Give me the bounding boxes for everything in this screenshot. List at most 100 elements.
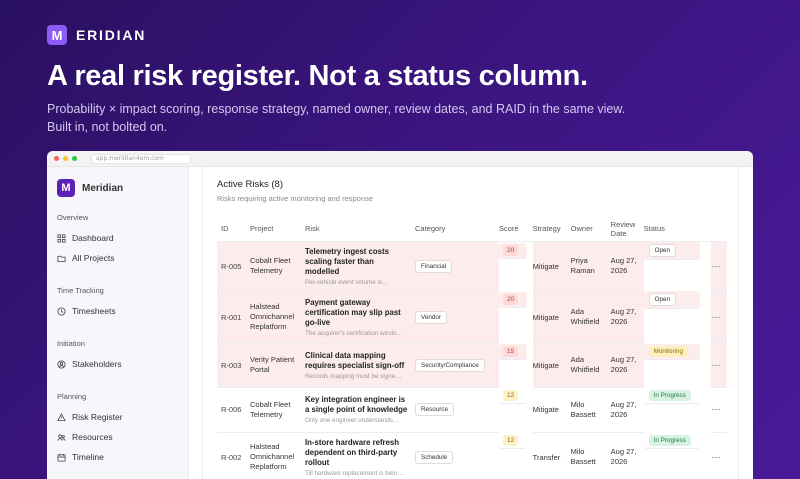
folder-icon — [57, 255, 66, 262]
column-header-strategy[interactable]: Strategy — [532, 217, 571, 242]
main-panel: Active Risks (8) Risks requiring active … — [202, 167, 739, 479]
risk-owner: Milo Bassett — [570, 432, 611, 479]
section-subtitle: Risks requiring active monitoring and re… — [217, 194, 373, 203]
brand-logo: M — [47, 25, 67, 45]
risk-id: R-001 — [217, 291, 250, 344]
risk-strategy: Mitigate — [532, 291, 571, 344]
table-body: R-005 Cobalt Fleet Telemetry Telemetry ing… — [217, 241, 727, 479]
risk-category-cell: Security/Compliance — [415, 343, 499, 388]
sidebar-item-timesheets[interactable]: Timesheets — [57, 301, 178, 321]
close-dot[interactable] — [54, 156, 59, 161]
column-header-status[interactable]: Status — [643, 217, 711, 242]
risk-review-date: Aug 27, 2026 — [610, 343, 644, 388]
risk-cell[interactable]: In-store hardware refresh dependent on t… — [305, 432, 415, 479]
risk-owner: Ada Whitfield — [570, 291, 611, 344]
hero-subtitle: Probability × impact scoring, response s… — [47, 102, 626, 134]
risk-review-date: Aug 27, 2026 — [610, 291, 644, 344]
risk-score-cell: 20 — [499, 242, 527, 259]
sidebar-item-dashboard[interactable]: Dashboard — [57, 228, 178, 248]
risk-score-cell: 15 — [499, 343, 527, 360]
score-badge: 15 — [503, 345, 519, 357]
sidebar-item-label: Resources — [72, 432, 113, 442]
more-actions-icon[interactable]: ⋯ — [711, 387, 727, 433]
risk-status-cell: Open — [643, 241, 700, 260]
risk-category-cell: Vendor — [415, 291, 499, 344]
sidebar-item-label: Risk Register — [72, 412, 123, 422]
column-header-actions — [711, 217, 727, 242]
sidebar-item-timeline[interactable]: Timeline — [57, 447, 178, 467]
risk-title[interactable]: Telemetry ingest costs scaling faster th… — [305, 247, 409, 277]
risk-category-cell: Schedule — [415, 432, 499, 479]
sidebar-section-title: Time Tracking — [57, 286, 104, 295]
risk-description: Till hardware replacement is bein… — [305, 469, 404, 477]
risk-id: R-002 — [217, 432, 250, 479]
risk-project: Cobalt Fleet Telemetry — [250, 241, 305, 292]
table-row[interactable]: R-001 Halstead Omnichannel Replatform Paym… — [217, 291, 727, 344]
category-tag: Financial — [415, 259, 453, 273]
risk-status-cell: In Progress — [643, 433, 700, 449]
risk-cell[interactable]: Key integration engineer is a single poi… — [305, 387, 415, 433]
sidebar-section-title: Initiation — [57, 339, 85, 348]
sidebar-item-label: Dashboard — [72, 233, 114, 243]
risk-description: Per-vehicle event volume is… — [305, 278, 389, 286]
status-badge: Monitoring — [648, 345, 689, 357]
warning-icon — [57, 412, 66, 421]
sidebar-section-title: Overview — [57, 213, 89, 222]
risk-table: ID Project Risk Category Score Strategy Owner R… — [217, 217, 727, 479]
category-tag: Vendor — [415, 310, 447, 324]
minimize-dot[interactable] — [63, 156, 68, 161]
table-row[interactable]: R-003 Verity Patient Portal Clinical data … — [217, 343, 727, 388]
column-header-category[interactable]: Category — [415, 217, 499, 242]
column-header-id[interactable]: ID — [217, 217, 250, 242]
sidebar-item-all-projects[interactable]: All Projects — [57, 248, 178, 268]
sidebar-app-name: Meridian — [82, 182, 124, 194]
risk-id: R-005 — [217, 241, 250, 292]
brand-name: ERIDIAN — [76, 27, 147, 43]
column-header-project[interactable]: Project — [250, 217, 305, 242]
risk-category-cell: Resource — [415, 387, 499, 433]
risk-owner: Priya Raman — [570, 241, 611, 292]
column-header-owner[interactable]: Owner — [570, 217, 611, 242]
risk-cell[interactable]: Clinical data mapping requires specialis… — [305, 343, 415, 388]
risk-score-cell: 12 — [499, 388, 527, 404]
sidebar-item-risk-register[interactable]: Risk Register — [57, 407, 178, 427]
sidebar-item-label: All Projects — [72, 253, 115, 263]
table-row[interactable]: R-005 Cobalt Fleet Telemetry Telemetry ing… — [217, 241, 727, 292]
risk-score-cell: 20 — [499, 292, 527, 308]
risk-title[interactable]: Payment gateway certification may slip p… — [305, 298, 409, 328]
sidebar-item-label: Stakeholders — [72, 359, 122, 369]
risk-cell[interactable]: Telemetry ingest costs scaling faster th… — [305, 241, 415, 292]
risk-strategy: Mitigate — [532, 343, 571, 388]
more-actions-icon[interactable]: ⋯ — [711, 241, 727, 292]
more-actions-icon[interactable]: ⋯ — [711, 291, 727, 344]
address-bar[interactable]: app.meridian4om.com — [91, 153, 191, 164]
column-header-risk[interactable]: Risk — [305, 217, 415, 242]
risk-description: The acquirer's certification windo… — [305, 329, 403, 337]
status-badge: Open — [648, 243, 677, 257]
window-chrome: app.meridian4om.com — [47, 151, 753, 167]
column-header-score[interactable]: Score — [499, 217, 533, 242]
score-badge: 12 — [503, 434, 519, 446]
clock-icon — [57, 306, 66, 316]
table-row[interactable]: R-002 Halstead Omnichannel Replatform In-s… — [217, 432, 727, 479]
risk-project: Halstead Omnichannel Replatform — [250, 432, 305, 479]
sidebar-item-stakeholders[interactable]: Stakeholders — [57, 354, 178, 374]
more-actions-icon[interactable]: ⋯ — [711, 343, 727, 388]
table-row[interactable]: R-006 Cobalt Fleet Telemetry Key integrati… — [217, 387, 727, 433]
risk-id: R-006 — [217, 387, 250, 433]
more-actions-icon[interactable]: ⋯ — [711, 432, 727, 479]
risk-title[interactable]: In-store hardware refresh dependent on t… — [305, 438, 409, 468]
table-header-row: ID Project Risk Category Score Strategy Owner R… — [217, 217, 727, 242]
sidebar-item-resources[interactable]: Resources — [57, 427, 178, 447]
score-badge: 20 — [503, 244, 519, 256]
risk-title[interactable]: Clinical data mapping requires specialis… — [305, 351, 409, 371]
sidebar-brand[interactable]: M Meridian — [57, 179, 178, 197]
risk-status-cell: Open — [643, 291, 700, 309]
maximize-dot[interactable] — [72, 156, 77, 161]
app-window: app.meridian4om.com M Meridian Overview D… — [47, 151, 753, 479]
risk-cell[interactable]: Payment gateway certification may slip p… — [305, 291, 415, 344]
risk-title[interactable]: Key integration engineer is a single poi… — [305, 395, 409, 415]
column-header-review-date[interactable]: Review Date — [610, 217, 644, 242]
